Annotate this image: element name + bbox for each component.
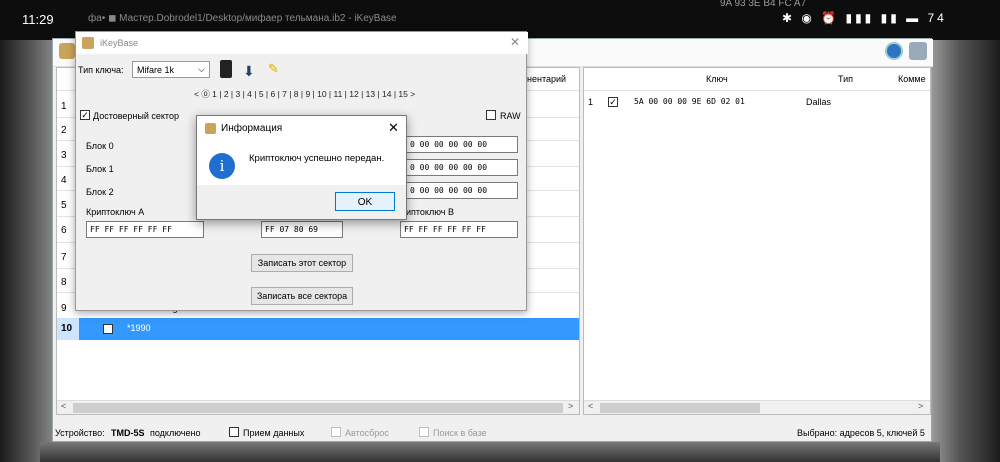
dialog-title: iKeyBase: [100, 38, 139, 48]
write-sector-button[interactable]: Записать этот сектор: [251, 254, 353, 272]
info-footer: OK: [197, 185, 406, 219]
status-bg-text: фа• ◼ Мастер.Dobrodel1/Desktop/мифаер те…: [88, 13, 397, 24]
block-1-input[interactable]: 0 00 00 00 00 00: [406, 159, 518, 176]
horizontal-scrollbar[interactable]: < >: [584, 400, 930, 414]
app-logo-icon: [205, 123, 216, 134]
device-name: TMD-5S: [111, 428, 145, 438]
search-db-checkbox[interactable]: [419, 427, 429, 437]
block-1-label: Блок 1: [86, 164, 114, 174]
sector-nav[interactable]: < ⓪ 1 | 2 | 3 | 4 | 5 | 6 | 7 | 8 | 9 | …: [194, 88, 415, 100]
column-header-key: Ключ: [706, 74, 728, 84]
key-type-select[interactable]: Mifare 1k ⌵: [132, 61, 210, 78]
crypto-key-b-label: иптоключ B: [406, 207, 454, 217]
dialog-title-bar: iKeyBase ✕: [76, 32, 528, 54]
row-checkbox[interactable]: [103, 324, 113, 334]
block-2-label: Блок 2: [86, 187, 114, 197]
refresh-icon[interactable]: [885, 42, 903, 60]
block-2-input[interactable]: 0 00 00 00 00 00: [406, 182, 518, 199]
background-photo-bottom: [40, 442, 940, 462]
status-bg-text-top: 9A 93 3E B4 FC A7: [720, 0, 807, 9]
selection-summary: Выбрано: адресов 5, ключей 5: [797, 428, 925, 438]
crypto-key-b-input[interactable]: FF FF FF FF FF FF: [400, 221, 518, 238]
row-checkbox[interactable]: ✓: [608, 97, 618, 107]
write-all-sectors-button[interactable]: Записать все сектора: [251, 287, 353, 305]
info-message-box: Информация ✕ i Криптоключ успешно переда…: [196, 115, 407, 220]
column-header-type: Тип: [838, 74, 854, 84]
row-key: 5A 00 00 00 9E 6D 02 01: [634, 97, 745, 106]
download-icon[interactable]: ⬇: [243, 63, 255, 80]
close-icon[interactable]: ✕: [388, 120, 399, 136]
row-address: *1990: [127, 323, 151, 333]
receive-data-label: Прием данных: [243, 428, 305, 438]
row-number: 1: [588, 97, 594, 107]
key-type-value: Mifare 1k: [137, 65, 175, 75]
raw-label: RAW: [500, 111, 521, 121]
status-time: 11:29: [22, 12, 54, 27]
ok-button[interactable]: OK: [335, 192, 395, 211]
background-photo-right: [932, 40, 1000, 462]
info-title: Информация: [221, 123, 283, 134]
raw-checkbox[interactable]: [486, 110, 496, 120]
scroll-left-icon[interactable]: <: [61, 401, 66, 411]
crypto-key-a-input[interactable]: FF FF FF FF FF FF: [86, 221, 204, 238]
table-row[interactable]: 1 ✓ 5A 00 00 00 9E 6D 02 01 Dallas: [584, 92, 930, 112]
book-icon[interactable]: [909, 42, 927, 60]
app-logo-icon: [82, 37, 94, 49]
receive-data-checkbox[interactable]: [229, 427, 239, 437]
reader-icon[interactable]: [220, 60, 232, 78]
row-type: Dallas: [806, 97, 832, 107]
autoreset-label: Автосброс: [345, 428, 389, 438]
status-icons: ✱ ◉ ⏰ ▮▮▮ ▮▮ ▬ 74: [782, 11, 947, 25]
trusted-sector-checkbox[interactable]: ✓: [80, 110, 90, 120]
horizontal-scrollbar[interactable]: < >: [57, 400, 579, 414]
trusted-sector-label: Достоверный сектор: [93, 111, 179, 121]
column-header-comment: Комме: [898, 74, 926, 84]
chevron-down-icon: ⌵: [198, 64, 205, 74]
info-icon: i: [209, 153, 235, 179]
info-message: Криптоключ успешно передан.: [249, 153, 385, 164]
autoreset-checkbox[interactable]: [331, 427, 341, 437]
app-logo-icon: [59, 43, 75, 59]
scroll-right-icon[interactable]: >: [568, 401, 573, 411]
block-0-label: Блок 0: [86, 141, 114, 151]
access-bits-input[interactable]: FF 07 80 69: [261, 221, 343, 238]
scroll-left-icon[interactable]: <: [588, 401, 593, 411]
scroll-right-icon[interactable]: >: [918, 401, 923, 411]
device-state: подключено: [150, 428, 201, 438]
ab-edit-icon[interactable]: ✎: [268, 61, 279, 77]
key-type-label: Тип ключа:: [78, 65, 124, 75]
search-db-label: Поиск в базе: [433, 428, 487, 438]
crypto-key-a-label: Криптоключ A: [86, 207, 145, 217]
background-photo-left: [0, 40, 55, 462]
app-status-bar: Устройство: TMD-5S подключено Прием данн…: [53, 421, 933, 443]
selected-table-row[interactable]: 10 *1990: [57, 318, 579, 340]
close-icon[interactable]: ✕: [510, 35, 520, 49]
row-number: 10: [61, 323, 73, 334]
keys-table: Ключ Тип Комме 1 ✓ 5A 00 00 00 9E 6D 02 …: [583, 67, 931, 415]
column-header-comment: нентарий: [527, 74, 567, 84]
block-0-input[interactable]: 0 00 00 00 00 00: [406, 136, 518, 153]
device-label: Устройство:: [55, 428, 105, 438]
